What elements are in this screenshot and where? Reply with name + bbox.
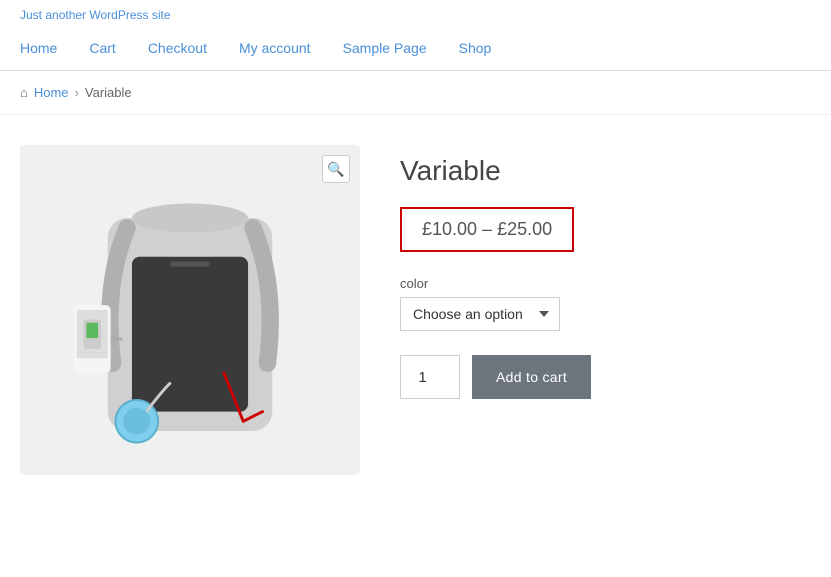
product-image-wrap: 🔍 (20, 145, 360, 475)
nav-item-checkout[interactable]: Checkout (148, 40, 207, 56)
nav-item-sample-page[interactable]: Sample Page (343, 40, 427, 56)
nav-item-shop[interactable]: Shop (459, 40, 492, 56)
home-icon: ⌂ (20, 85, 28, 100)
variation-label: color (400, 276, 811, 291)
main-nav: Home Cart Checkout My account Sample Pag… (0, 26, 831, 71)
add-to-cart-row: Add to cart (400, 355, 811, 399)
breadcrumb-current: Variable (85, 85, 132, 100)
nav-item-home[interactable]: Home (20, 40, 57, 56)
product-image (20, 145, 360, 475)
product-layout: 🔍 Variable £10.00 – £25.00 color Choose … (0, 135, 831, 485)
add-to-cart-button[interactable]: Add to cart (472, 355, 591, 399)
breadcrumb-separator: › (75, 85, 79, 100)
price-range: £10.00 – £25.00 (400, 207, 574, 252)
product-details: Variable £10.00 – £25.00 color Choose an… (400, 145, 811, 399)
backpack-svg (50, 160, 330, 460)
nav-item-my-account[interactable]: My account (239, 40, 311, 56)
variation-select[interactable]: Choose an option (400, 297, 560, 331)
quantity-input[interactable] (400, 355, 460, 399)
breadcrumb-home-link[interactable]: Home (34, 85, 69, 100)
zoom-button[interactable]: 🔍 (322, 155, 350, 183)
nav-item-cart[interactable]: Cart (89, 40, 115, 56)
site-tagline: Just another WordPress site (0, 0, 831, 26)
breadcrumb: ⌂ Home › Variable (0, 71, 831, 115)
product-title: Variable (400, 155, 811, 187)
variation-section: color Choose an option (400, 276, 811, 351)
